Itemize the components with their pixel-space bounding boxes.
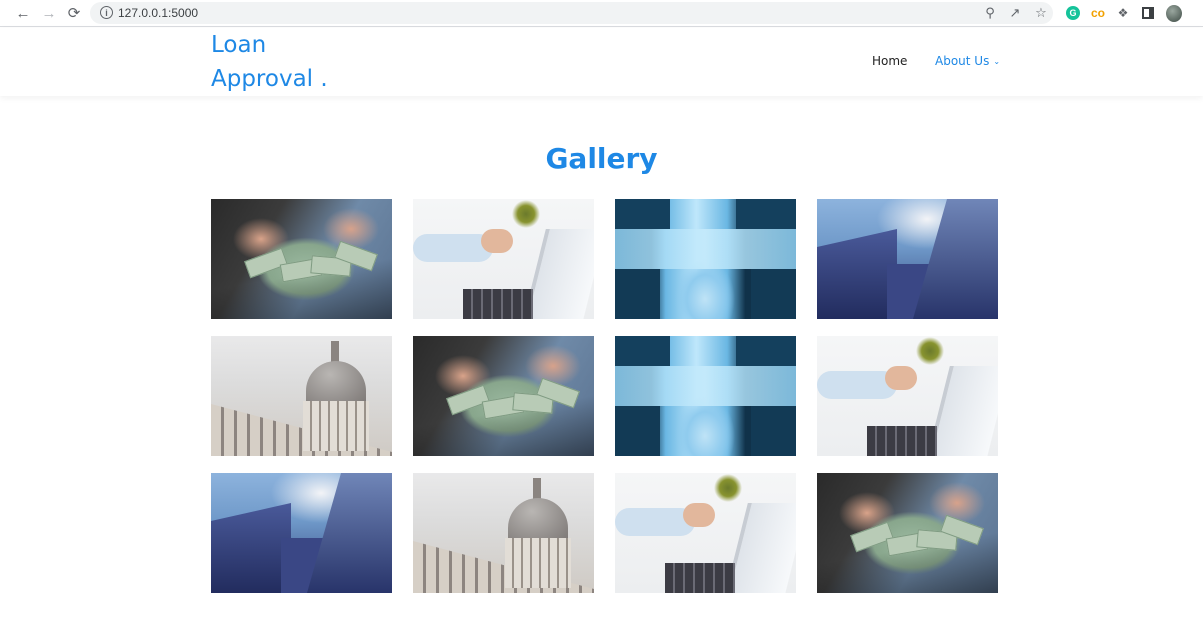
- reload-icon[interactable]: ⟳: [65, 4, 83, 22]
- nav-home-link[interactable]: Home: [872, 54, 907, 68]
- logo-line-2: Approval .: [211, 66, 328, 92]
- gallery-image-money[interactable]: [413, 336, 594, 456]
- share-icon[interactable]: ↗: [1007, 5, 1023, 21]
- forward-icon[interactable]: →: [40, 4, 58, 22]
- nav-about-us-link[interactable]: About Us ⌄: [935, 54, 1000, 68]
- gallery-image-building[interactable]: [211, 336, 392, 456]
- url-text[interactable]: 127.0.0.1:5000: [118, 6, 198, 20]
- gallery-image-puddle[interactable]: [615, 199, 796, 319]
- gallery-image-puddle[interactable]: [615, 336, 796, 456]
- gallery-title: Gallery: [545, 142, 658, 175]
- extension-orange-icon[interactable]: co: [1090, 5, 1106, 21]
- gallery-image-skyscrapers[interactable]: [211, 473, 392, 593]
- gallery-image-skyscrapers[interactable]: [817, 199, 998, 319]
- back-icon[interactable]: ←: [14, 4, 32, 22]
- gallery-image-money[interactable]: [211, 199, 392, 319]
- info-icon[interactable]: i: [100, 6, 113, 19]
- gallery-image-laptop[interactable]: [615, 473, 796, 593]
- browser-toolbar: ← → ⟳ i 127.0.0.1:5000 ⚲ ↗ ☆ G co ❖: [0, 0, 1203, 27]
- nav-about-us-label: About Us: [935, 54, 990, 68]
- gallery-image-money[interactable]: [817, 473, 998, 593]
- address-bar[interactable]: i 127.0.0.1:5000 ⚲ ↗ ☆: [90, 2, 1053, 24]
- gallery-image-laptop[interactable]: [413, 199, 594, 319]
- sidebar-icon[interactable]: [1140, 5, 1156, 21]
- chevron-down-icon: ⌄: [993, 57, 1001, 66]
- grammarly-icon[interactable]: G: [1065, 5, 1081, 21]
- bookmark-star-icon[interactable]: ☆: [1033, 5, 1049, 21]
- logo-line-1: Loan: [211, 32, 267, 58]
- profile-avatar[interactable]: [1166, 4, 1182, 22]
- gallery-grid: [211, 199, 998, 593]
- puzzle-icon[interactable]: ❖: [1115, 5, 1131, 21]
- zoom-icon[interactable]: ⚲: [982, 5, 998, 21]
- site-header: Loan Approval . Home About Us ⌄: [0, 28, 1203, 96]
- site-logo[interactable]: Loan Approval .: [211, 28, 351, 96]
- gallery-image-laptop[interactable]: [817, 336, 998, 456]
- gallery-image-building[interactable]: [413, 473, 594, 593]
